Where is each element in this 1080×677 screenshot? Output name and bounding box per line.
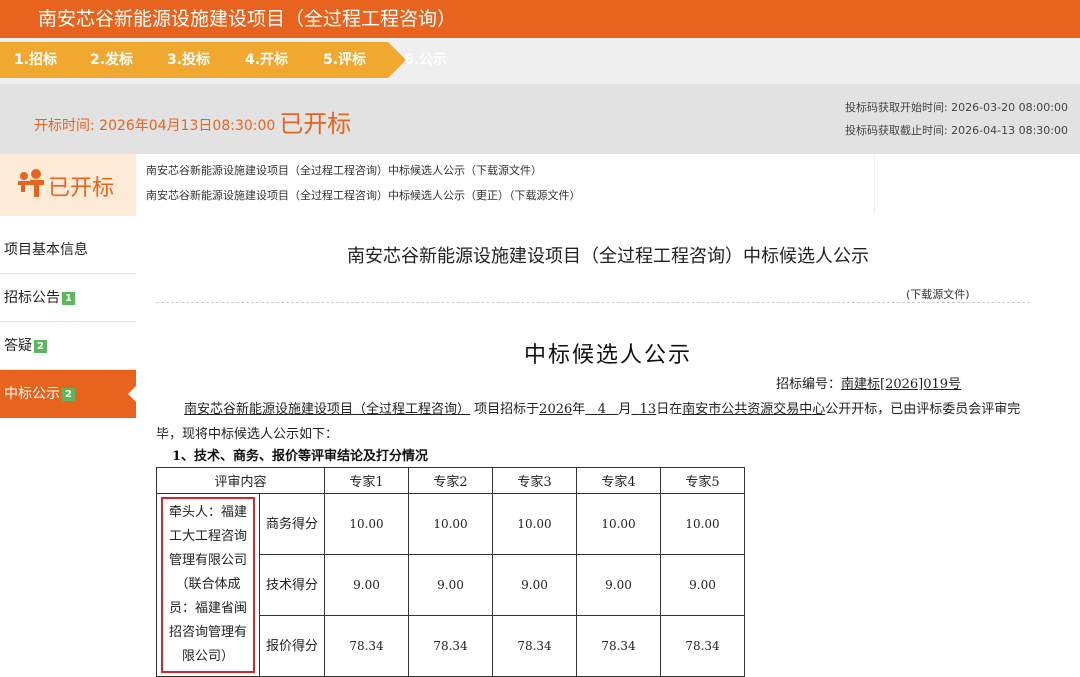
score-cell: 78.34	[408, 615, 493, 677]
open-status: 已开标	[279, 110, 352, 138]
notice-links: 南安芯谷新能源设施建设项目（全过程工程咨询）中标候选人公示（下载源文件） 南安芯…	[146, 158, 581, 208]
score-item: 报价得分	[259, 615, 325, 677]
lead-bidder-cell: 牵头人：福建工大工程咨询管理有限公司（联合体成员：福建省闽招咨询管理有限公司）	[156, 493, 260, 677]
project-title: 南安芯谷新能源设施建设项目（全过程工程咨询）	[38, 8, 457, 30]
score-cell: 10.00	[660, 493, 745, 555]
document-title: 南安芯谷新能源设施建设项目（全过程工程咨询）中标候选人公示	[347, 246, 869, 267]
badge-label: 已开标	[48, 176, 115, 201]
score-cell: 10.00	[576, 493, 661, 555]
score-cell: 9.00	[660, 554, 745, 616]
sidebar-item-project-info[interactable]: 项目基本信息	[0, 226, 136, 274]
sidebar: 已开标 项目基本信息 招标公告 1 答疑 2 中标公示 2	[0, 154, 136, 669]
step-opening[interactable]: 4.开标	[245, 42, 288, 78]
score-item: 商务得分	[259, 493, 325, 555]
lead-bidder-name: 牵头人：福建工大工程咨询管理有限公司（联合体成员：福建省闽招咨询管理有限公司）	[161, 497, 255, 673]
sidebar-item-winning-publicity[interactable]: 中标公示 2	[0, 370, 136, 418]
people-icon	[18, 169, 44, 197]
project-title-bar: 南安芯谷新能源设施建设项目（全过程工程咨询）	[0, 0, 1080, 38]
opened-badge: 已开标	[0, 154, 136, 216]
count-badge: 1	[62, 292, 75, 305]
score-cell: 78.34	[660, 615, 745, 677]
col-header-expert: 专家4	[576, 467, 661, 494]
content-area: 南安芯谷新能源设施建设项目（全过程工程咨询）中标候选人公示（下载源文件） 南安芯…	[136, 154, 1080, 677]
score-cell: 9.00	[492, 554, 577, 616]
step-publicity[interactable]: 6.公示	[404, 42, 447, 78]
notice-paragraph: 南安芯谷新能源设施建设项目（全过程工程咨询） 项目招标于2026年 4 月 13…	[156, 402, 1021, 442]
open-time: 开标时间: 2026年04月13日08:30:00 已开标	[34, 110, 352, 138]
step-evaluation[interactable]: 5.评标	[323, 42, 366, 78]
table-row: 牵头人：福建工大工程咨询管理有限公司（联合体成员：福建省闽招咨询管理有限公司） …	[156, 493, 745, 677]
notice-link-correction[interactable]: 南安芯谷新能源设施建设项目（全过程工程咨询）中标候选人公示（更正）（下载源文件）	[146, 183, 581, 208]
score-cell: 9.00	[576, 554, 661, 616]
score-item: 技术得分	[259, 554, 325, 616]
step-issue[interactable]: 2.发标	[90, 42, 133, 78]
notice-heading: 中标候选人公示	[523, 343, 692, 368]
section-heading: 1、技术、商务、报价等评审结论及打分情况	[172, 449, 429, 464]
score-cell: 10.00	[492, 493, 577, 555]
count-badge: 2	[62, 388, 75, 401]
score-cell: 9.00	[408, 554, 493, 616]
score-cell: 78.34	[576, 615, 661, 677]
score-table: 评审内容 专家1 专家2 专家3 专家4 专家5 牵头人：福建工大工程咨询管理有…	[156, 467, 745, 677]
code-start-time: 投标码获取开始时间: 2026-03-20 08:00:00	[844, 101, 1068, 114]
sidebar-item-qa[interactable]: 答疑 2	[0, 322, 136, 370]
col-header-content: 评审内容	[156, 467, 325, 494]
col-header-expert: 专家2	[408, 467, 493, 494]
bid-number: 招标编号：南建标[2026]019号	[776, 377, 962, 392]
score-cell: 78.34	[324, 615, 409, 677]
code-end-time: 投标码获取截止时间: 2026-04-13 08:30:00	[844, 124, 1068, 137]
download-source-link[interactable]: (下载源文件)	[906, 286, 970, 302]
step-bidding[interactable]: 1.招标	[14, 42, 57, 78]
score-cell: 9.00	[324, 554, 409, 616]
score-cell: 78.34	[492, 615, 577, 677]
col-header-expert: 专家3	[492, 467, 577, 494]
score-cell: 10.00	[324, 493, 409, 555]
notice-link[interactable]: 南安芯谷新能源设施建设项目（全过程工程咨询）中标候选人公示（下载源文件）	[146, 158, 581, 183]
score-cell: 10.00	[408, 493, 493, 555]
step-tender[interactable]: 3.投标	[167, 42, 210, 78]
col-header-expert: 专家1	[324, 467, 409, 494]
code-times: 投标码获取开始时间: 2026-03-20 08:00:00 投标码获取截止时间…	[845, 96, 1068, 142]
col-header-expert: 专家5	[660, 467, 745, 494]
process-steps: 1.招标 2.发标 3.投标 4.开标 5.评标 6.公示	[0, 38, 1080, 84]
status-band: 开标时间: 2026年04月13日08:30:00 已开标 投标码获取开始时间: …	[0, 84, 1080, 154]
sidebar-item-tender-notice[interactable]: 招标公告 1	[0, 274, 136, 322]
count-badge: 2	[34, 340, 47, 353]
